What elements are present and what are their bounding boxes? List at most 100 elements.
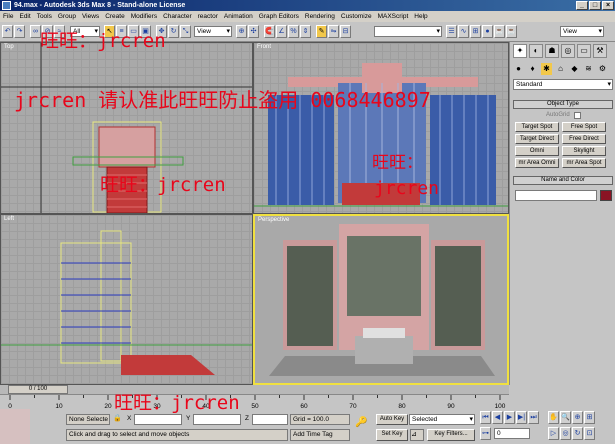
- named-selection-icon[interactable]: ✎: [316, 25, 327, 38]
- link-icon[interactable]: ∞: [30, 25, 41, 38]
- menu-graph-editors[interactable]: Graph Editors: [256, 11, 302, 22]
- y-coordinate-field[interactable]: [193, 414, 241, 425]
- hierarchy-tab-icon[interactable]: ☗: [545, 44, 559, 58]
- key-mode-toggle-icon[interactable]: ⊶: [480, 427, 491, 440]
- viewport-perspective[interactable]: Perspective: [253, 214, 509, 385]
- quick-render-icon[interactable]: ☕: [506, 25, 517, 38]
- spinner-snap-icon[interactable]: ⇕: [300, 25, 311, 38]
- menu-maxscript[interactable]: MAXScript: [375, 11, 412, 22]
- minimize-button[interactable]: _: [576, 1, 588, 10]
- maximize-viewport-icon[interactable]: ⊡: [584, 427, 595, 440]
- mr-area-omni-button[interactable]: mr Area Omni: [515, 158, 559, 168]
- menu-views[interactable]: Views: [79, 11, 102, 22]
- bind-spacewarp-icon[interactable]: ≈: [54, 25, 65, 38]
- time-slider-track[interactable]: 0 / 100: [0, 385, 509, 395]
- omni-button[interactable]: Omni: [515, 146, 559, 156]
- window-crossing-icon[interactable]: ▣: [140, 25, 151, 38]
- selection-filter-dropdown[interactable]: All: [70, 26, 100, 37]
- helpers-icon[interactable]: ◆: [569, 63, 580, 75]
- schematic-view-icon[interactable]: ⊞: [470, 25, 481, 38]
- name-and-color-rollout[interactable]: Name and Color: [513, 176, 613, 185]
- viewport-top[interactable]: Top: [0, 42, 253, 214]
- geometry-icon[interactable]: ●: [513, 63, 524, 75]
- key-filters-button[interactable]: Key Filters...: [427, 429, 475, 441]
- select-manipulate-icon[interactable]: ✣: [248, 25, 259, 38]
- undo-icon[interactable]: ↶: [2, 25, 13, 38]
- spacewarps-icon[interactable]: ≋: [583, 63, 594, 75]
- systems-icon[interactable]: ⚙: [597, 63, 608, 75]
- lights-icon[interactable]: ✱: [541, 63, 552, 75]
- skylight-button[interactable]: Skylight: [562, 146, 606, 156]
- object-category-dropdown[interactable]: Standard: [513, 79, 613, 90]
- next-frame-icon[interactable]: ▶|: [516, 411, 527, 424]
- modify-tab-icon[interactable]: ◐: [529, 44, 543, 58]
- object-name-field[interactable]: [515, 190, 597, 201]
- cameras-icon[interactable]: ⌂: [555, 63, 566, 75]
- play-icon[interactable]: ▶: [504, 411, 515, 424]
- auto-key-button[interactable]: Auto Key: [376, 414, 408, 425]
- x-coordinate-field[interactable]: [134, 414, 182, 425]
- menu-help[interactable]: Help: [411, 11, 430, 22]
- create-tab-icon[interactable]: ✦: [513, 44, 527, 58]
- render-type-dropdown[interactable]: View: [560, 26, 604, 37]
- maximize-button[interactable]: □: [589, 1, 601, 10]
- object-color-swatch[interactable]: [600, 190, 612, 201]
- layer-manager-icon[interactable]: ☰: [446, 25, 457, 38]
- select-move-icon[interactable]: ✥: [156, 25, 167, 38]
- curve-editor-icon[interactable]: ∿: [458, 25, 469, 38]
- menu-animation[interactable]: Animation: [221, 11, 256, 22]
- utilities-tab-icon[interactable]: ⚒: [593, 44, 607, 58]
- menu-customize[interactable]: Customize: [338, 11, 375, 22]
- named-selection-sets-dropdown[interactable]: [374, 26, 442, 37]
- track-bar[interactable]: 0 10 20 30 40 50 60 70 80 90 100: [0, 395, 509, 409]
- menu-file[interactable]: File: [0, 11, 16, 22]
- menu-tools[interactable]: Tools: [34, 11, 55, 22]
- free-spot-button[interactable]: Free Spot: [562, 122, 606, 132]
- target-direct-button[interactable]: Target Direct: [515, 134, 559, 144]
- zoom-extents-icon[interactable]: ⊞: [584, 411, 595, 424]
- render-scene-icon[interactable]: ☕: [494, 25, 505, 38]
- align-icon[interactable]: ⊟: [340, 25, 351, 38]
- close-button[interactable]: ×: [602, 1, 614, 10]
- goto-start-icon[interactable]: ⏮: [480, 411, 491, 424]
- key-mode-dropdown[interactable]: Selected: [409, 414, 475, 425]
- menu-group[interactable]: Group: [55, 11, 79, 22]
- current-frame-field[interactable]: 0: [494, 428, 530, 439]
- selection-region-icon[interactable]: ▭: [128, 25, 139, 38]
- target-spot-button[interactable]: Target Spot: [515, 122, 559, 132]
- menu-create[interactable]: Create: [102, 11, 128, 22]
- set-key-filter-icon[interactable]: ⊿: [410, 429, 424, 441]
- viewport-left[interactable]: Left: [0, 214, 253, 385]
- time-slider[interactable]: 0 / 100: [8, 385, 68, 394]
- lock-selection-icon[interactable]: 🔒: [113, 414, 122, 422]
- select-scale-icon[interactable]: ⤡: [180, 25, 191, 38]
- free-direct-button[interactable]: Free Direct: [562, 134, 606, 144]
- goto-end-icon[interactable]: ⏭: [528, 411, 539, 424]
- display-tab-icon[interactable]: ▭: [577, 44, 591, 58]
- max-listener[interactable]: [0, 409, 30, 444]
- menu-modifiers[interactable]: Modifiers: [128, 11, 160, 22]
- z-coordinate-field[interactable]: [252, 414, 288, 425]
- viewport-front[interactable]: Front: [253, 42, 509, 214]
- orbit-icon[interactable]: ◎: [560, 427, 571, 440]
- menu-rendering[interactable]: Rendering: [302, 11, 338, 22]
- motion-tab-icon[interactable]: ◎: [561, 44, 575, 58]
- unlink-icon[interactable]: ⊘: [42, 25, 53, 38]
- mr-area-spot-button[interactable]: mr Area Spot: [562, 158, 606, 168]
- add-time-tag[interactable]: Add Time Tag: [290, 429, 350, 441]
- menu-edit[interactable]: Edit: [16, 11, 33, 22]
- shapes-icon[interactable]: ♦: [527, 63, 538, 75]
- menu-character[interactable]: Character: [160, 11, 195, 22]
- autogrid-checkbox[interactable]: [574, 112, 581, 119]
- zoom-icon[interactable]: 🔍: [560, 411, 571, 424]
- select-rotate-icon[interactable]: ↻: [168, 25, 179, 38]
- snap-toggle-icon[interactable]: 🧲: [264, 25, 275, 38]
- angle-snap-icon[interactable]: ∠: [276, 25, 287, 38]
- zoom-all-icon[interactable]: ⊕: [572, 411, 583, 424]
- select-object-icon[interactable]: ↖: [104, 25, 115, 38]
- redo-icon[interactable]: ↷: [14, 25, 25, 38]
- percent-snap-icon[interactable]: %: [288, 25, 299, 38]
- arc-rotate-icon[interactable]: ↻: [572, 427, 583, 440]
- select-by-name-icon[interactable]: ≡: [116, 25, 127, 38]
- pivot-center-icon[interactable]: ⊕: [236, 25, 247, 38]
